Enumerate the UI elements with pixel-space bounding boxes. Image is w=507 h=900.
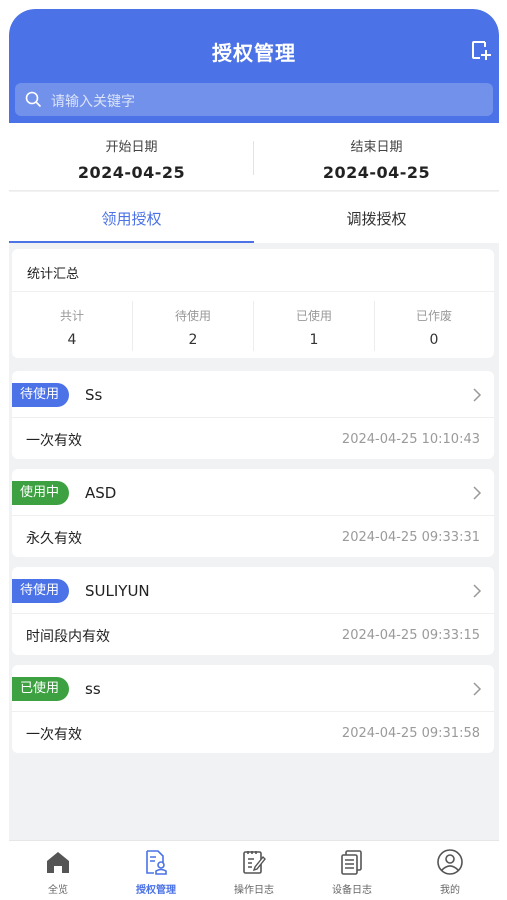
tab-label: 授权管理 <box>136 885 176 896</box>
bottom-tab-bar: 全览 授权管理 操作日志 设备日志 我的 <box>9 840 499 900</box>
record-header[interactable]: 已使用 ss <box>12 665 494 711</box>
record-timestamp: 2024-04-25 09:31:58 <box>341 726 480 741</box>
end-date-picker[interactable]: 结束日期 2024-04-25 <box>254 123 499 191</box>
stat-used: 已使用 1 <box>254 301 374 351</box>
tab-device-log[interactable]: 设备日志 <box>303 841 401 900</box>
record-name: Ss <box>85 386 103 404</box>
record-name: ss <box>85 680 101 698</box>
search-placeholder: 请输入关键字 <box>51 94 135 110</box>
tab-label: 我的 <box>440 885 460 896</box>
divider <box>12 417 494 418</box>
validity-type: 一次有效 <box>26 433 82 449</box>
stat-value: 0 <box>429 332 439 348</box>
divider <box>12 613 494 614</box>
authorization-record-card[interactable]: 待使用 SULIYUN 时间段内有效 2024-04-25 09:33:15 <box>12 567 494 655</box>
stat-label: 待使用 <box>174 309 211 323</box>
record-name: SULIYUN <box>85 582 150 600</box>
authorization-record-card[interactable]: 已使用 ss 一次有效 2024-04-25 09:31:58 <box>12 665 494 753</box>
tab-label: 全览 <box>48 885 68 896</box>
authorization-record-card[interactable]: 使用中 ASD 永久有效 2024-04-25 09:33:31 <box>12 469 494 557</box>
status-badge: 使用中 <box>12 481 70 505</box>
tab-claim-authorization[interactable]: 领用授权 <box>9 192 254 243</box>
record-header[interactable]: 使用中 ASD <box>12 469 494 515</box>
divider <box>12 515 494 516</box>
chevron-right-icon <box>473 486 482 500</box>
stat-pending: 待使用 2 <box>133 301 253 351</box>
validity-type: 一次有效 <box>26 727 82 743</box>
record-timestamp: 2024-04-25 09:33:15 <box>341 628 480 643</box>
search-input[interactable]: 请输入关键字 <box>15 83 493 116</box>
stat-label: 已使用 <box>295 309 332 323</box>
tab-bar: 领用授权 调拨授权 <box>9 192 499 243</box>
tab-label: 领用授权 <box>101 210 162 228</box>
profile-icon <box>437 849 463 875</box>
stat-label: 共计 <box>59 309 84 323</box>
stat-value: 2 <box>188 332 198 348</box>
validity-type: 永久有效 <box>26 531 82 547</box>
status-badge: 待使用 <box>12 579 70 603</box>
status-badge: 已使用 <box>12 677 70 701</box>
start-date-value: 2024-04-25 <box>77 163 186 182</box>
tab-authorization-management[interactable]: 授权管理 <box>107 841 205 900</box>
tab-transfer-authorization[interactable]: 调拨授权 <box>254 192 499 243</box>
stats-summary-card: 统计汇总 共计 4 待使用 2 已使用 1 已作废 0 <box>12 249 494 358</box>
page-title: 授权管理 <box>212 41 296 65</box>
authorization-icon <box>146 850 167 875</box>
divider <box>12 711 494 712</box>
operation-log-icon <box>243 851 266 874</box>
start-date-label: 开始日期 <box>105 140 158 155</box>
record-header[interactable]: 待使用 Ss <box>12 371 494 417</box>
active-tab-indicator <box>9 241 254 243</box>
date-range: 开始日期 2024-04-25 结束日期 2024-04-25 <box>9 123 499 191</box>
tab-overview[interactable]: 全览 <box>9 841 107 900</box>
record-timestamp: 2024-04-25 09:33:31 <box>341 530 480 545</box>
chevron-right-icon <box>473 682 482 696</box>
record-timestamp: 2024-04-25 10:10:43 <box>341 432 480 447</box>
start-date-picker[interactable]: 开始日期 2024-04-25 <box>9 123 254 191</box>
stats-title: 统计汇总 <box>27 267 80 282</box>
tab-profile[interactable]: 我的 <box>401 841 499 900</box>
divider <box>12 291 494 292</box>
stat-value: 4 <box>67 332 77 348</box>
validity-type: 时间段内有效 <box>26 629 110 645</box>
end-date-label: 结束日期 <box>350 140 403 155</box>
tab-label: 设备日志 <box>332 885 372 896</box>
chevron-right-icon <box>473 584 482 598</box>
stat-voided: 已作废 0 <box>374 301 494 351</box>
search-icon <box>25 91 42 108</box>
stat-total: 共计 4 <box>12 301 132 351</box>
tab-label: 操作日志 <box>234 885 274 896</box>
add-record-icon[interactable] <box>470 39 492 61</box>
tab-label: 调拨授权 <box>346 210 407 228</box>
chevron-right-icon <box>473 388 482 402</box>
home-icon <box>47 852 69 873</box>
stat-value: 1 <box>309 332 319 348</box>
device-log-icon <box>341 850 362 875</box>
header: 授权管理 请输入关键字 <box>9 9 499 123</box>
end-date-value: 2024-04-25 <box>322 163 431 182</box>
record-name: ASD <box>85 484 117 502</box>
status-badge: 待使用 <box>12 383 70 407</box>
tab-operation-log[interactable]: 操作日志 <box>205 841 303 900</box>
record-header[interactable]: 待使用 SULIYUN <box>12 567 494 613</box>
authorization-record-card[interactable]: 待使用 Ss 一次有效 2024-04-25 10:10:43 <box>12 371 494 459</box>
stat-label: 已作废 <box>415 309 452 323</box>
app-frame: 授权管理 请输入关键字 开始日期 2024-04-25 结束日期 2024-04… <box>9 9 499 900</box>
